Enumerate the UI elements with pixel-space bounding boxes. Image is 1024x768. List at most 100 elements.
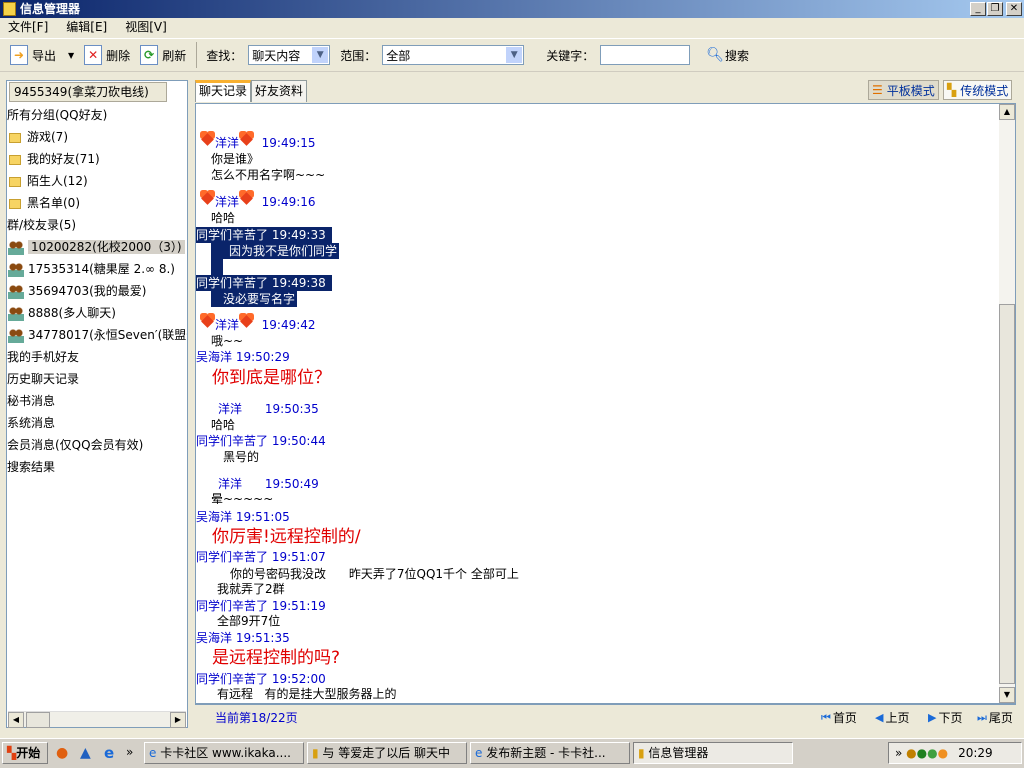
time: 19:49:42 <box>261 318 316 332</box>
message-text: 全部9开7位 <box>217 614 281 628</box>
scroll-up-button[interactable]: ▲ <box>999 104 1015 120</box>
scroll-down-button[interactable]: ▼ <box>999 687 1015 703</box>
pager: 当前第18/22页 ⏮ 首页 ◀ 上页 ▶ 下页 ⏭ 尾页 <box>195 704 1016 728</box>
sender: 洋洋 <box>218 402 243 416</box>
find-select[interactable]: 聊天内容 ▼ <box>248 45 331 65</box>
tab-friend-info[interactable]: 好友资料 <box>251 80 308 102</box>
tree-label: 陌生人(12) <box>27 174 88 188</box>
message-text: 哦~~ <box>211 334 244 348</box>
heart-icon <box>239 131 255 144</box>
scroll-right-button[interactable]: ▶ <box>170 712 186 728</box>
tree-item[interactable]: 所有分组(QQ好友) <box>7 105 187 125</box>
tree-label: 黑名单(0) <box>27 196 80 210</box>
export-label: 导出 <box>32 48 57 63</box>
tree-item[interactable]: 历史聊天记录 <box>7 369 187 389</box>
qq-icon[interactable]: ▲ <box>80 745 91 761</box>
maximize-button[interactable]: ❐ <box>987 2 1003 16</box>
next-page-button[interactable]: ▶ 下页 <box>928 709 962 726</box>
scroll-thumb[interactable] <box>26 712 50 728</box>
clock: 20:29 <box>958 746 993 760</box>
task-label: 与 等爱走了以后 聊天中 <box>322 746 451 760</box>
account-header: 9455349(拿菜刀砍电线) <box>9 82 167 102</box>
more-chevron-icon[interactable]: » <box>126 745 133 759</box>
toolbar: ➜ 导出 ▼ ✕ 删除 ⟳ 刷新 查找： 聊天内容 ▼ 范围： 全部 ▼ 关键字： 🔍︎ 搜索 <box>0 38 1024 72</box>
range-select[interactable]: 全部 ▼ <box>382 45 525 65</box>
taskbar-item[interactable]: e 发布新主题 - 卡卡社... <box>470 742 630 764</box>
tree-item[interactable]: 秘书消息 <box>7 391 187 411</box>
sender: 洋洋 <box>218 477 243 491</box>
message-text: 你的号密码我没改 昨天弄了7位QQ1千个 全部可上 <box>230 567 519 581</box>
system-tray: » ●●●● 20:29 <box>888 742 1022 764</box>
taskbar-item[interactable]: ▮ 与 等爱走了以后 聊天中 <box>307 742 467 764</box>
menu-view[interactable]: 视图[V] <box>125 18 167 36</box>
time: 19:49:33 <box>271 228 326 242</box>
tray-icon[interactable]: ● <box>906 746 916 760</box>
search-button[interactable]: 🔍︎ 搜索 <box>706 47 749 64</box>
horizontal-scrollbar[interactable]: ◀ ▶ <box>8 711 186 728</box>
tree-item[interactable]: 黑名单(0) <box>7 193 187 213</box>
dropdown-arrow-icon[interactable]: ▼ <box>68 51 74 60</box>
tray-icon[interactable]: ● <box>917 746 927 760</box>
firefox-icon[interactable]: ● <box>56 745 68 761</box>
message-header: 吴海洋 19:50:29 <box>196 349 290 365</box>
message-text: 我就弄了2群 <box>217 582 285 596</box>
close-button[interactable]: ✕ <box>1006 2 1022 16</box>
tab-chat-history[interactable]: 聊天记录 <box>195 80 252 102</box>
keyword-input[interactable] <box>600 45 691 65</box>
tree-item[interactable]: 我的好友(71) <box>7 149 187 169</box>
menu-edit[interactable]: 编辑[E] <box>66 18 107 36</box>
first-page-button[interactable]: ⏮ 首页 <box>821 709 857 726</box>
refresh-button[interactable]: ⟳ 刷新 <box>140 45 186 65</box>
note-icon: ▮ <box>638 746 649 760</box>
scroll-thumb[interactable] <box>999 304 1015 684</box>
message-header: 同学们辛苦了 19:52:00 <box>196 671 326 687</box>
time: 19:51:35 <box>235 631 290 645</box>
time: 19:49:15 <box>261 136 316 150</box>
tray-icon[interactable]: ● <box>927 746 937 760</box>
refresh-icon: ⟳ <box>140 45 159 65</box>
flat-mode-button[interactable]: ☰ 平板模式 <box>868 80 939 100</box>
window-title: 信息管理器 <box>20 2 81 16</box>
classic-mode-button[interactable]: ▚ 传统模式 <box>943 80 1013 100</box>
message-header: 洋洋 19:49:15 <box>200 131 316 151</box>
menu-file[interactable]: 文件[F] <box>8 18 48 36</box>
tray-expand-icon[interactable]: » <box>895 746 906 760</box>
tree-item[interactable]: 群/校友录(5) <box>7 215 187 235</box>
tree-item[interactable]: 游戏(7) <box>7 127 187 147</box>
tree-item[interactable]: 34778017(永恒Seven′(联盟部落 <box>7 325 187 345</box>
taskbar-item-active[interactable]: ▮ 信息管理器 <box>633 742 793 764</box>
tree-item[interactable]: 陌生人(12) <box>7 171 187 191</box>
message-header: 洋洋 19:49:42 <box>200 313 316 333</box>
minimize-button[interactable]: _ <box>970 2 986 16</box>
scroll-left-button[interactable]: ◀ <box>8 712 24 728</box>
last-page-button[interactable]: ⏭ 尾页 <box>977 709 1013 726</box>
flat-mode-label: 平板模式 <box>886 83 935 98</box>
tree-item[interactable]: 17535314(糖果屋 2.∞ 8.) <box>7 259 187 279</box>
start-button[interactable]: ▚开始 <box>2 742 48 764</box>
tree-label: 我的好友(71) <box>27 152 100 166</box>
tree-item[interactable]: 系统消息 <box>7 413 187 433</box>
export-button[interactable]: ➜ 导出 ▼ <box>10 45 74 65</box>
delete-button[interactable]: ✕ 删除 <box>84 45 130 65</box>
tree-label: 我的手机好友 <box>7 350 80 364</box>
message-text: 哈哈 <box>211 211 236 225</box>
tree-item[interactable]: 35694703(我的最爱) <box>7 281 187 301</box>
tree-item[interactable]: 搜索结果 <box>7 457 187 477</box>
app-icon <box>3 2 16 16</box>
tray-icon[interactable]: ● <box>938 746 948 760</box>
time: 19:49:38 <box>271 276 326 290</box>
sender: 洋洋 <box>215 136 240 150</box>
tree-item[interactable]: 会员消息(仅QQ会员有效) <box>7 435 187 455</box>
folder-icon <box>9 198 21 209</box>
prev-page-button[interactable]: ◀ 上页 <box>875 709 909 726</box>
tree-item-selected[interactable]: 10200282(化校2000（3）) <box>7 237 187 257</box>
ie-icon[interactable]: e <box>104 744 114 762</box>
vertical-scrollbar[interactable]: ▲ ▼ <box>999 104 1015 703</box>
tree-item[interactable]: 8888(多人聊天) <box>7 303 187 323</box>
tree-item[interactable]: 我的手机好友 <box>7 347 187 367</box>
find-value: 聊天内容 <box>252 48 301 63</box>
taskbar-item[interactable]: e 卡卡社区 www.ikaka.... <box>144 742 304 764</box>
sender: 吴海洋 <box>196 350 233 364</box>
folder-icon <box>9 176 21 187</box>
first-page-icon: ⏮ <box>821 710 831 724</box>
